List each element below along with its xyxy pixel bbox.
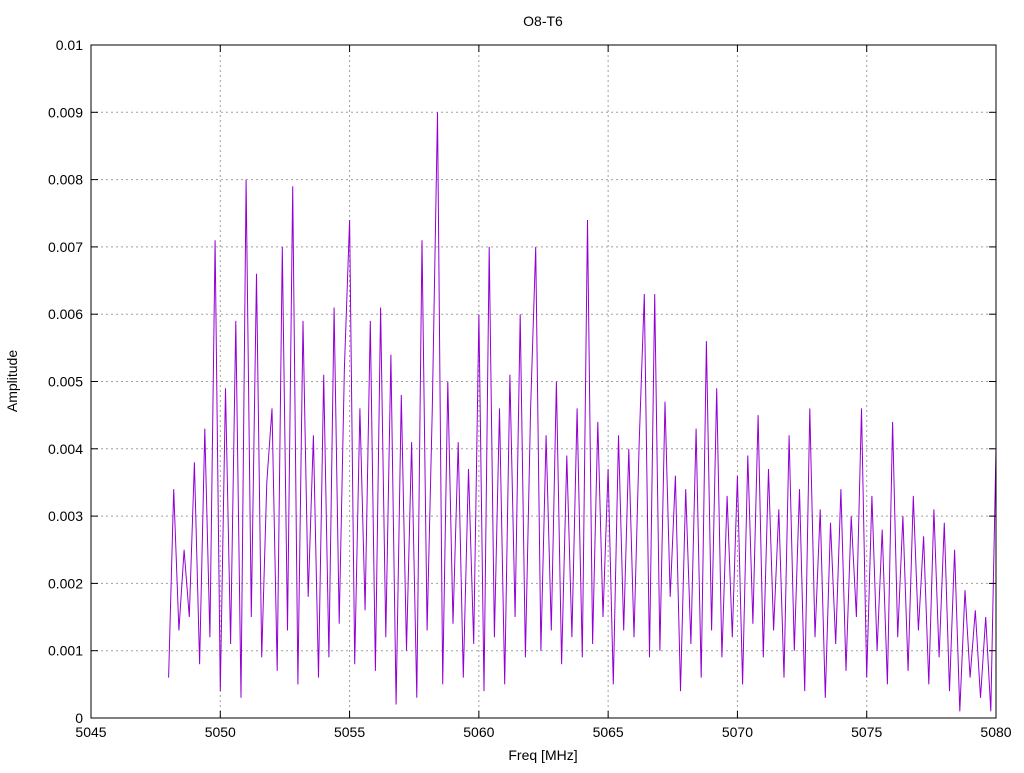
y-tick-label: 0.005 [48, 374, 83, 390]
series-line [168, 112, 997, 712]
x-tick-label: 5045 [75, 724, 106, 740]
x-tick-label: 5060 [463, 724, 494, 740]
x-axis-label: Freq [MHz] [508, 747, 577, 763]
x-tick-label: 5070 [722, 724, 753, 740]
y-axis-label: Amplitude [4, 350, 20, 412]
x-tick-label: 5080 [980, 724, 1011, 740]
y-tick-label: 0.008 [48, 172, 83, 188]
y-tick-label: 0.003 [48, 508, 83, 524]
ticks: 5045 5050 5055 5060 5065 5070 5075 5080 0 0.001 0.… [48, 37, 1012, 740]
x-tick-label: 5050 [205, 724, 236, 740]
y-tick-label: 0.007 [48, 239, 83, 255]
x-tick-label: 5055 [334, 724, 365, 740]
y-tick-label: 0 [75, 710, 83, 726]
series-polyline [168, 112, 997, 712]
y-tick-label: 0.002 [48, 575, 83, 591]
x-tick-label: 5065 [593, 724, 624, 740]
y-tick-label: 0.01 [56, 37, 83, 53]
y-tick-label: 0.001 [48, 643, 83, 659]
y-tick-label: 0.004 [48, 441, 83, 457]
y-tick-label: 0.009 [48, 104, 83, 120]
y-tick-label: 0.006 [48, 306, 83, 322]
chart: 5045 5050 5055 5060 5065 5070 5075 5080 0 0.001 0.… [4, 13, 1012, 763]
chart-title: O8-T6 [523, 13, 563, 29]
x-tick-label: 5075 [851, 724, 882, 740]
grid [91, 45, 996, 718]
